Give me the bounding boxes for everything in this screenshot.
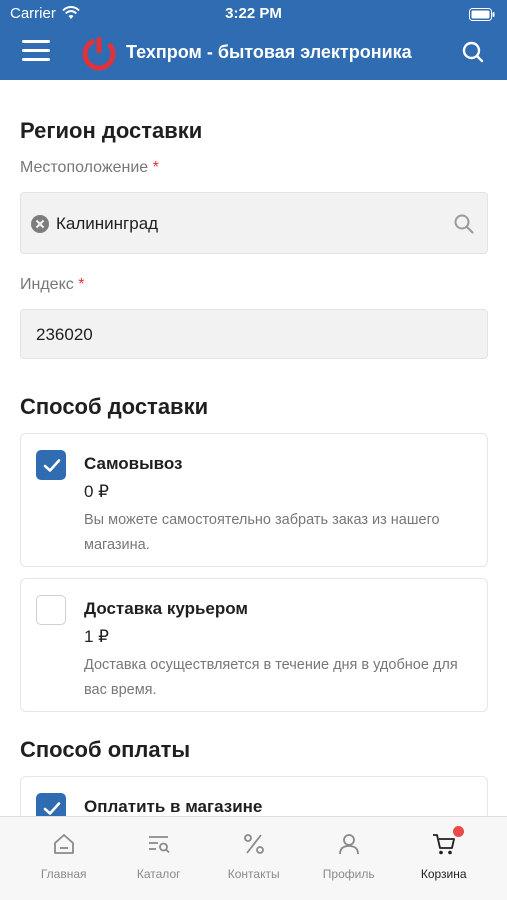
nav-bar: Техпром - бытовая электроника	[0, 28, 507, 80]
checkbox-checked[interactable]	[36, 450, 66, 480]
payment-option-store[interactable]: Оплатить в магазине	[20, 776, 488, 816]
required-mark: *	[78, 276, 85, 293]
percent-icon	[244, 834, 264, 854]
search-icon[interactable]	[453, 213, 475, 235]
tab-label: Корзина	[420, 867, 467, 881]
search-icon[interactable]	[461, 40, 485, 64]
tab-bar: Главная Каталог Контакты Профиль Корзина	[0, 816, 507, 900]
tab-label: Каталог	[136, 867, 181, 881]
checkbox-checked[interactable]	[36, 793, 66, 816]
status-time: 3:22 PM	[225, 5, 282, 22]
tab-contacts[interactable]: Контакты	[203, 817, 304, 900]
cart-icon	[433, 834, 455, 855]
payment-title: Способ оплаты	[20, 737, 191, 762]
status-bar: Carrier 3:22 PM	[0, 0, 507, 28]
required-mark: *	[152, 159, 159, 176]
battery-icon	[469, 8, 495, 21]
option-description: Доставка осуществляется в течение дня в …	[84, 657, 458, 698]
home-icon	[54, 834, 74, 854]
delivery-option-pickup[interactable]: Самовывоз 0 ₽ Вы можете самостоятельно з…	[20, 433, 488, 567]
location-field[interactable]: Калининград	[20, 192, 488, 254]
index-label: Индекс *	[20, 276, 85, 293]
checkmark-icon	[43, 802, 61, 815]
option-description: Вы можете самостоятельно забрать заказ и…	[84, 512, 440, 553]
option-price: 1 ₽	[84, 627, 109, 646]
cart-badge	[453, 826, 464, 837]
checkout-content: Регион доставки Местоположение * Калинин…	[0, 80, 507, 816]
menu-icon[interactable]	[22, 40, 50, 64]
profile-icon	[339, 834, 359, 855]
option-name: Доставка курьером	[84, 599, 248, 618]
location-label: Местоположение *	[20, 159, 159, 176]
tab-profile[interactable]: Профиль	[298, 817, 399, 900]
checkmark-icon	[43, 459, 61, 472]
tab-label: Главная	[40, 867, 87, 881]
tab-label: Контакты	[227, 867, 280, 881]
region-title: Регион доставки	[20, 118, 203, 143]
catalog-icon	[149, 836, 170, 854]
option-name: Оплатить в магазине	[84, 797, 263, 816]
index-field[interactable]: 236020	[20, 309, 488, 359]
app-header: Carrier 3:22 PM Техпром - бытовая электр…	[0, 0, 507, 80]
tab-label: Профиль	[322, 867, 375, 881]
option-price: 0 ₽	[84, 482, 109, 501]
delivery-title: Способ доставки	[20, 394, 209, 419]
tab-catalog[interactable]: Каталог	[108, 817, 209, 900]
app-title: Техпром - бытовая электроника	[126, 42, 412, 62]
option-name: Самовывоз	[84, 454, 183, 473]
index-value: 236020	[36, 325, 93, 344]
location-value: Калининград	[56, 214, 159, 233]
clear-icon[interactable]	[31, 215, 49, 233]
delivery-option-courier[interactable]: Доставка курьером 1 ₽ Доставка осуществл…	[20, 578, 488, 712]
checkbox-unchecked[interactable]	[36, 595, 66, 625]
tab-home[interactable]: Главная	[13, 817, 114, 900]
power-logo-icon	[82, 37, 116, 71]
tab-cart[interactable]: Корзина	[393, 817, 494, 900]
